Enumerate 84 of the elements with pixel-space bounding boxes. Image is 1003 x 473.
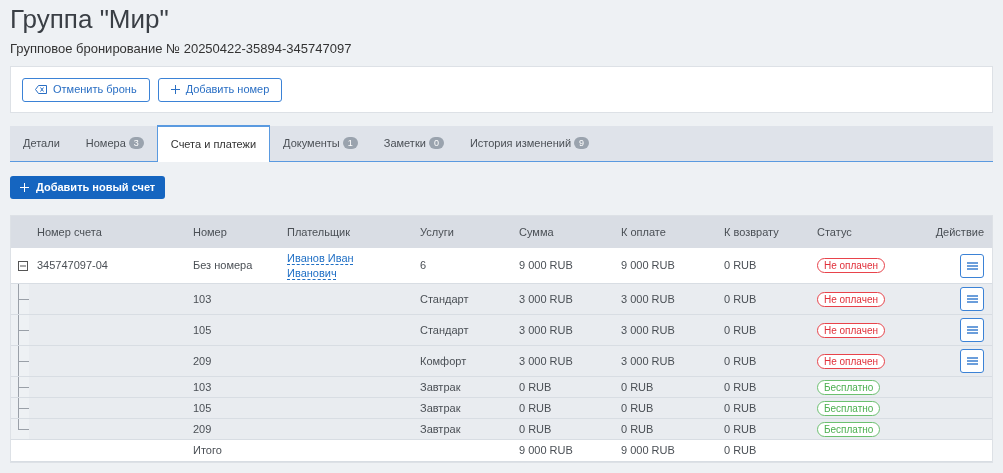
services: Стандарт [420,322,469,338]
column-header: К возврату [724,224,779,240]
total-label: Итого [193,443,222,459]
status-badge: Бесплатно [817,379,881,395]
menu-icon [966,326,978,334]
plus-icon [170,85,180,94]
services: Стандарт [420,291,469,307]
amount: 3 000 RUB [519,291,573,307]
amount: 0 RUB [519,379,552,395]
tab[interactable]: Детали [10,125,73,161]
cancel-booking-button[interactable]: Отменить бронь [22,77,150,102]
booking-subtitle: Групповое бронирование № 20250422-35894-345747097 [10,40,353,58]
tab[interactable]: История изменений 9 [456,125,603,161]
amount-due: 0 RUB [621,379,654,395]
tab[interactable]: Документы 1 [270,125,371,161]
amount-due: 9 000 RUB [621,258,675,274]
refund-amount: 0 RUB [724,322,757,338]
amount: 9 000 RUB [519,258,573,274]
amount: 3 000 RUB [519,322,573,338]
amount-due: 0 RUB [621,400,654,416]
refund-amount: 0 RUB [724,291,757,307]
services: Завтрак [420,400,461,416]
tab[interactable]: Счета и платежи [156,125,271,162]
refund-amount: 0 RUB [724,258,757,274]
menu-button[interactable] [960,287,984,311]
amount-due: 0 RUB [621,421,654,437]
services: Завтрак [420,421,461,437]
backspace-icon [35,85,47,94]
room-number: 103 [193,291,212,307]
count-badge: 9 [574,137,590,149]
amount: 0 RUB [519,421,552,437]
services: Комфорт [420,353,467,369]
menu-button[interactable] [960,318,984,342]
refund-amount: 0 RUB [724,353,757,369]
menu-button[interactable] [960,349,984,373]
column-header: Сумма [519,224,554,240]
refund-amount: 0 RUB [724,400,757,416]
amount-due: 9 000 RUB [621,443,675,459]
room-number: 105 [193,400,212,416]
count-badge: 3 [128,137,144,149]
room-number: 105 [193,322,212,338]
menu-button[interactable] [960,253,984,278]
column-header: Номер счета [37,224,102,240]
count-badge: 1 [342,137,358,149]
amount-due: 3 000 RUB [621,291,675,307]
room-number: 209 [193,421,212,437]
count-badge: 0 [428,137,444,149]
page-title: Группа "Мир" [10,3,170,35]
menu-icon [966,261,978,270]
add-invoice-button[interactable]: Добавить новый счет [10,176,166,199]
add-room-button[interactable]: Добавить номер [157,77,283,102]
menu-icon [966,295,978,303]
room-number: 209 [193,353,212,369]
amount: 0 RUB [519,400,552,416]
room-number: Без номера [193,258,253,274]
payer-link[interactable]: Иванов Иван Иванович [287,250,359,281]
column-header: Номер [193,224,227,240]
status-badge: Не оплачен [817,258,885,273]
services: 6 [420,258,427,274]
plus-icon [20,183,29,192]
tab[interactable]: Номера 3 [72,125,157,161]
amount: 3 000 RUB [519,353,573,369]
account-number: 345747097-04 [37,258,108,274]
collapse-icon[interactable] [18,260,28,271]
refund-amount: 0 RUB [724,421,757,437]
column-header: Плательщик [287,224,351,240]
tab[interactable]: Заметки 0 [370,125,457,161]
room-number: 103 [193,379,212,395]
status-badge: Бесплатно [817,400,881,416]
amount-due: 3 000 RUB [621,353,675,369]
services: Завтрак [420,379,461,395]
status-badge: Не оплачен [817,322,885,338]
amount-due: 3 000 RUB [621,322,675,338]
menu-icon [966,357,978,365]
column-header: Статус [817,224,852,240]
column-header: Действие [935,224,984,240]
column-header: Услуги [420,224,454,240]
refund-amount: 0 RUB [724,379,757,395]
status-badge: Не оплачен [817,353,885,369]
status-badge: Не оплачен [817,291,885,307]
column-header: К оплате [621,224,666,240]
status-badge: Бесплатно [817,421,881,437]
refund-amount: 0 RUB [724,443,757,459]
amount: 9 000 RUB [519,443,573,459]
